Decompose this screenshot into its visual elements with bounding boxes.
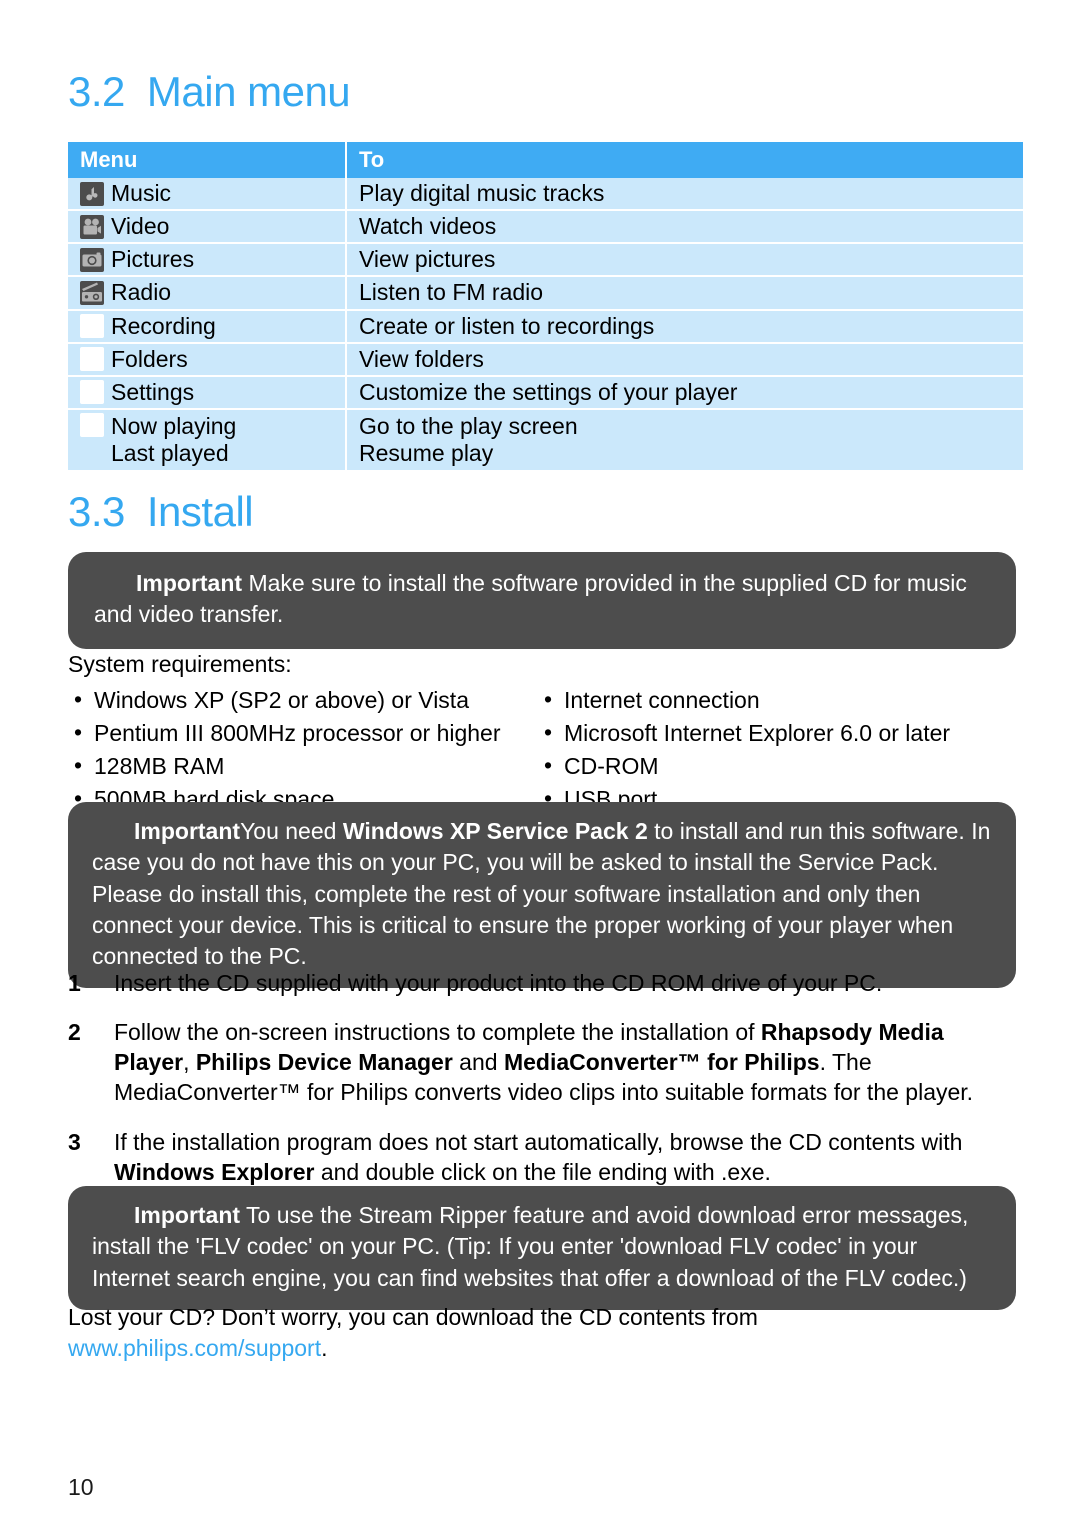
important-label: Important — [136, 570, 243, 596]
video-camera-icon — [80, 214, 104, 239]
list-item: Pentium III 800MHz processor or higher — [68, 718, 538, 749]
table-row: Recording Create or listen to recordings — [68, 309, 1023, 344]
menu-cell: Recording — [68, 309, 347, 344]
blank-icon — [80, 314, 104, 339]
to-cell: Create or listen to recordings — [346, 309, 1023, 344]
menu-label: Folders — [111, 345, 188, 372]
to-label: Go to the play screen — [359, 412, 578, 439]
menu-cell: Pictures — [68, 243, 347, 278]
to-cell: Go to the play screen Resume play — [346, 408, 1023, 474]
step-number: 1 — [68, 970, 81, 996]
step-text: If the installation program does not sta… — [114, 1127, 1018, 1187]
step-part-2: , — [183, 1049, 196, 1076]
music-note-icon — [80, 181, 104, 206]
document-page: 3.2 Main menu Menu To Music Play digital… — [0, 0, 1080, 1527]
blank-icon — [80, 412, 104, 437]
table-row: Radio Listen to FM radio — [68, 276, 1023, 311]
closing-paragraph: Lost your CD? Don’t worry, you can downl… — [68, 1302, 968, 1364]
list-item: Windows XP (SP2 or above) or Vista — [68, 685, 538, 716]
section-heading-main-menu: 3.2 Main menu — [68, 68, 351, 116]
important-label: Important — [134, 1202, 241, 1228]
step-part-2: and double click on the file ending with… — [314, 1158, 771, 1185]
table-row: Settings Customize the settings of your … — [68, 375, 1023, 410]
table-row: Pictures View pictures — [68, 243, 1023, 278]
blank-icon — [80, 347, 104, 372]
to-label-secondary: Resume play — [359, 440, 494, 467]
philips-support-link[interactable]: www.philips.com/support — [68, 1335, 321, 1361]
list-item: 128MB RAM — [68, 751, 538, 782]
step-part-1: Follow the on-screen instructions to com… — [114, 1019, 761, 1046]
list-item: Microsoft Internet Explorer 6.0 or later — [538, 718, 1016, 749]
column-header-menu: Menu — [68, 142, 347, 178]
menu-label: Settings — [111, 378, 195, 405]
table-row: Music Play digital music tracks — [68, 178, 1023, 212]
step-part-1: If the installation program does not sta… — [114, 1128, 963, 1155]
note-bold-1: Windows XP Service Pack 2 — [342, 818, 648, 844]
menu-cell: Music — [68, 178, 347, 212]
table-row: Video Watch videos — [68, 210, 1023, 245]
to-cell: Watch videos — [346, 210, 1023, 245]
requirements-column-left: Windows XP (SP2 or above) or Vista Penti… — [68, 685, 538, 818]
menu-label: Pictures — [111, 246, 195, 273]
menu-cell: Video — [68, 210, 347, 245]
table-row: Folders View folders — [68, 342, 1023, 377]
step-number: 2 — [68, 1019, 81, 1046]
to-cell: View pictures — [346, 243, 1023, 278]
step-bold-2: Philips Device Manager — [195, 1049, 453, 1076]
step-number: 3 — [68, 1128, 81, 1155]
section-number: 3.2 — [68, 68, 125, 115]
menu-label: Recording — [111, 312, 216, 339]
to-cell: Play digital music tracks — [346, 178, 1023, 212]
step-bold-3: MediaConverter™ for Philips — [503, 1049, 820, 1076]
to-cell: Customize the settings of your player — [346, 375, 1023, 410]
menu-label: Now playing — [111, 412, 237, 439]
menu-cell: Settings — [68, 375, 347, 410]
system-requirements-label: System requirements: — [68, 651, 292, 677]
column-header-to: To — [346, 142, 1023, 178]
menu-cell: Now playing Last played — [68, 408, 347, 474]
table-row: Now playing Last played Go to the play s… — [68, 408, 1023, 474]
installation-steps: 1 Insert the CD supplied with your produ… — [68, 968, 1018, 1206]
main-menu-table: Menu To Music Play digital music tracks — [68, 142, 1023, 474]
section-number: 3.3 — [68, 488, 125, 535]
step-item: 1 Insert the CD supplied with your produ… — [68, 968, 1018, 998]
note-part-1: You need — [240, 818, 343, 844]
menu-label: Video — [111, 213, 170, 240]
menu-cell: Folders — [68, 342, 347, 377]
step-item: 2 Follow the on-screen instructions to c… — [68, 1017, 1018, 1107]
step-text: Follow the on-screen instructions to com… — [114, 1017, 1018, 1107]
list-item: Internet connection — [538, 685, 1016, 716]
menu-label: Radio — [111, 279, 172, 306]
system-requirements-list: Windows XP (SP2 or above) or Vista Penti… — [68, 685, 1016, 818]
important-label: Important — [134, 818, 241, 844]
list-item: CD-ROM — [538, 751, 1016, 782]
page-number: 10 — [68, 1474, 94, 1500]
important-note-service-pack: ImportantYou need Windows XP Service Pac… — [68, 802, 1016, 989]
menu-label-secondary: Last played — [111, 440, 229, 467]
section-heading-install: 3.3 Install — [68, 488, 254, 536]
menu-label: Music — [111, 180, 172, 206]
to-cell: View folders — [346, 342, 1023, 377]
important-note-flv-codec: Important To use the Stream Ripper featu… — [68, 1186, 1016, 1310]
menu-cell: Radio — [68, 276, 347, 311]
to-cell: Listen to FM radio — [346, 276, 1023, 311]
step-text: Insert the CD supplied with your product… — [114, 968, 1018, 998]
step-part-1: Insert the CD supplied with your product… — [114, 970, 883, 996]
step-bold-1: Windows Explorer — [114, 1158, 315, 1185]
table-header-row: Menu To — [68, 142, 1023, 178]
closing-text: Lost your CD? Don’t worry, you can downl… — [68, 1304, 758, 1330]
radio-icon — [80, 280, 104, 305]
section-title: Install — [146, 488, 254, 535]
closing-period: . — [321, 1335, 328, 1362]
section-title: Main menu — [146, 68, 351, 115]
requirements-column-right: Internet connection Microsoft Internet E… — [538, 685, 1016, 818]
important-note-install: Important Make sure to install the softw… — [68, 552, 1016, 649]
camera-icon — [80, 247, 104, 272]
step-item: 3 If the installation program does not s… — [68, 1127, 1018, 1187]
blank-icon — [80, 380, 104, 405]
step-part-3: and — [452, 1049, 504, 1076]
